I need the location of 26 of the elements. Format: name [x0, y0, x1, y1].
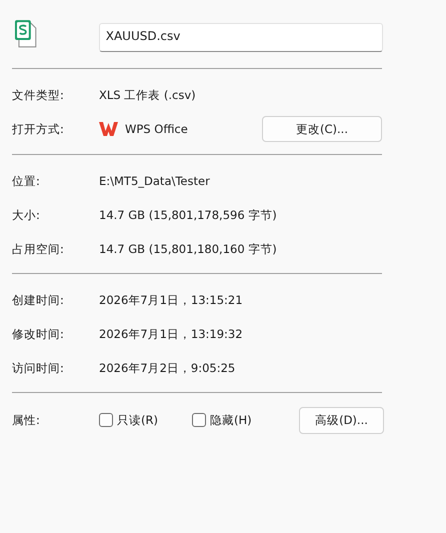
app-name: WPS Office — [125, 122, 188, 136]
file-name-field[interactable]: XAUUSD.csv — [98, 23, 383, 52]
detail-value: E:\MT5_Data\Tester — [99, 174, 210, 188]
detail-value: 14.7 GB (15,801,178,596 字节) — [99, 208, 277, 222]
time-label: 创建时间: — [12, 292, 65, 308]
time-label: 修改时间: — [12, 326, 65, 342]
open-with-label: 打开方式: — [12, 122, 65, 136]
detail-label: 大小: — [12, 208, 41, 222]
time-value: 2026年7月2日，9:05:25 — [99, 360, 236, 376]
advanced-button[interactable]: 高级(D)... — [299, 406, 384, 434]
spreadsheet-file-icon — [14, 19, 38, 49]
time-value: 2026年7月1日，13:15:21 — [99, 292, 243, 308]
file-type-value: XLS 工作表 (.csv) — [99, 88, 196, 102]
checkbox-label: 只读(R) — [117, 412, 158, 428]
time-label: 访问时间: — [12, 360, 65, 376]
checkbox[interactable] — [192, 413, 206, 427]
detail-label: 占用空间: — [12, 242, 65, 256]
detail-label: 位置: — [12, 174, 41, 188]
attributes-label: 属性: — [12, 412, 41, 428]
w-logo-icon — [99, 122, 118, 136]
file-type-label: 文件类型: — [12, 88, 65, 102]
time-value: 2026年7月1日，13:19:32 — [99, 326, 243, 342]
checkbox-label: 隐藏(H) — [210, 412, 252, 428]
change-button[interactable]: 更改(C)... — [262, 116, 382, 142]
checkbox[interactable] — [99, 413, 113, 427]
detail-value: 14.7 GB (15,801,180,160 字节) — [99, 242, 277, 256]
